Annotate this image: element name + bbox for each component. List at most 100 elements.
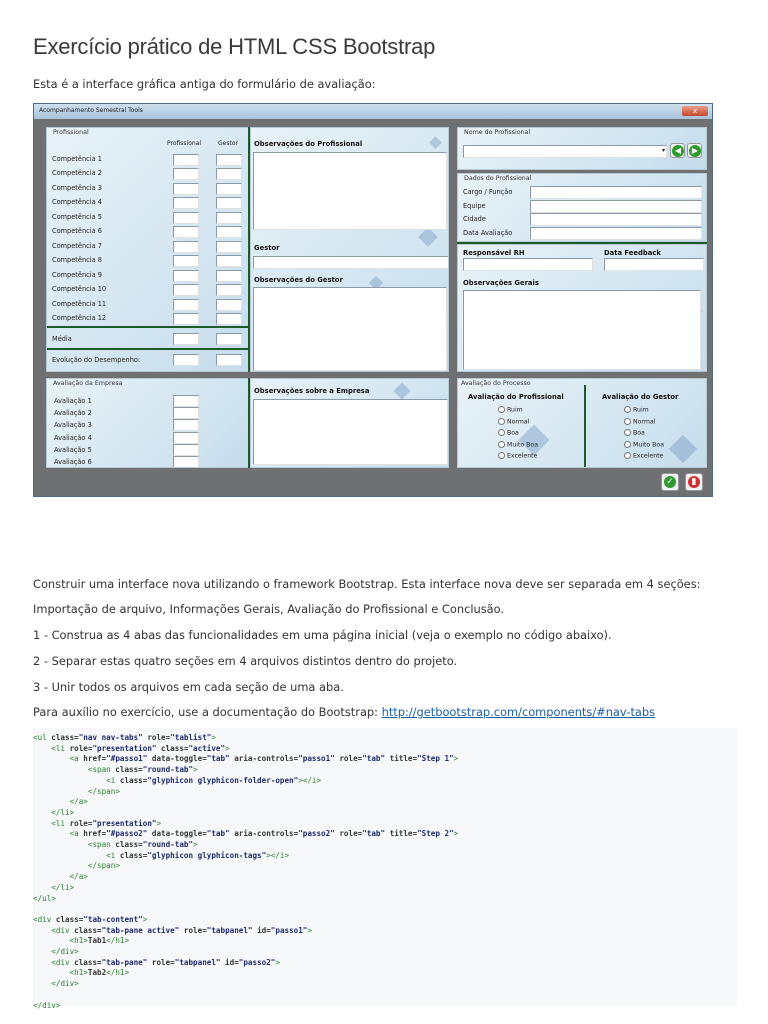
code-line: <h1>Tab1</h1> xyxy=(69,936,130,946)
media-profissional-input[interactable] xyxy=(173,333,199,345)
page-title: Exercício prático de HTML CSS Bootstrap xyxy=(33,34,436,59)
avaliacao-label: Avaliação 1 xyxy=(54,397,92,405)
help-paragraph: Para auxílio no exercício, use a documen… xyxy=(33,705,655,719)
radio-label: Ruim xyxy=(507,406,523,414)
competencia-gestor-input[interactable] xyxy=(216,154,242,166)
radio-circle-icon xyxy=(624,452,631,459)
competencia-label: Competência 10 xyxy=(52,285,107,294)
evolucao-profissional-input[interactable] xyxy=(173,354,199,366)
decoration xyxy=(418,227,438,247)
radio-circle-icon xyxy=(624,406,631,413)
responsavel-rh-input[interactable] xyxy=(463,258,593,271)
check-icon: ✓ xyxy=(664,476,676,488)
avaliacao-input[interactable] xyxy=(173,443,199,456)
avaliacao-input[interactable] xyxy=(173,395,199,407)
dados-field-label: Cargo / Função xyxy=(463,188,513,196)
competencia-gestor-input[interactable] xyxy=(216,240,242,253)
next-button[interactable]: ▶ xyxy=(687,143,702,158)
competencia-gestor-input[interactable] xyxy=(216,284,242,297)
competencia-profissional-input[interactable] xyxy=(173,211,199,224)
code-line: <span class="round-tab"> xyxy=(87,765,198,775)
dados-field-input[interactable] xyxy=(530,213,702,226)
radio-profissional-option[interactable]: Normal xyxy=(498,417,530,425)
avaliacao-label: Avaliação 2 xyxy=(54,409,92,418)
obs-gerais-label: Observações Gerais xyxy=(463,279,539,287)
help-text: Para auxílio no exercício, use a documen… xyxy=(33,705,382,719)
obs-empresa-textarea[interactable] xyxy=(253,399,448,465)
delete-button[interactable]: ▮ xyxy=(685,473,703,491)
competencia-gestor-input[interactable] xyxy=(216,298,242,311)
close-button[interactable]: x xyxy=(682,106,708,116)
competencia-profissional-input[interactable] xyxy=(173,298,199,311)
radio-gestor-option[interactable]: Ruim xyxy=(624,406,649,414)
competencia-label: Competência 3 xyxy=(52,183,102,192)
obs-profissional-textarea[interactable] xyxy=(253,152,447,230)
arrow-right-icon: ▶ xyxy=(689,145,701,157)
competencia-profissional-input[interactable] xyxy=(173,168,199,181)
radio-circle-icon xyxy=(498,417,505,425)
avaliacao-input[interactable] xyxy=(173,431,199,444)
competencia-profissional-input[interactable] xyxy=(173,255,199,268)
competencia-label: Competência 8 xyxy=(52,256,102,265)
competencia-profissional-input[interactable] xyxy=(173,197,199,210)
evolucao-label: Evolução do Desempenho: xyxy=(52,356,141,364)
evolucao-gestor-input[interactable] xyxy=(216,354,242,366)
code-line: </div> xyxy=(51,947,79,956)
bootstrap-docs-link[interactable]: http://getbootstrap.com/components/#nav-… xyxy=(382,705,655,719)
dados-field-input[interactable] xyxy=(530,186,702,199)
data-feedback-input[interactable] xyxy=(604,258,704,271)
competencia-gestor-input[interactable] xyxy=(216,255,242,268)
competencia-profissional-input[interactable] xyxy=(173,240,199,253)
avaliacao-label: Avaliação 3 xyxy=(54,421,92,430)
radio-circle-icon xyxy=(624,429,631,436)
code-block: <ul class="nav nav-tabs" role="tablist">… xyxy=(33,728,737,1010)
avaliacao-input[interactable] xyxy=(173,456,199,467)
confirm-button[interactable]: ✓ xyxy=(661,473,679,491)
dados-field-input[interactable] xyxy=(530,226,702,240)
dados-group-label: Dados do Profissional xyxy=(464,175,532,182)
competencia-gestor-input[interactable] xyxy=(216,269,242,282)
dados-field-input[interactable] xyxy=(530,199,702,213)
competencia-gestor-input[interactable] xyxy=(216,197,242,210)
gestor-input[interactable] xyxy=(253,256,448,269)
competencia-profissional-input[interactable] xyxy=(173,226,199,239)
empresa-panel: Avaliação da Empresa Avaliação 1 Avaliaçã… xyxy=(46,378,249,468)
code-line: <div class="tab-pane" role="tabpanel" id… xyxy=(51,957,280,967)
radio-gestor-option[interactable]: Muito Boa xyxy=(624,440,664,448)
competencia-profissional-input[interactable] xyxy=(173,182,199,195)
obs-gerais-textarea[interactable] xyxy=(463,290,701,370)
code-line: </a> xyxy=(69,872,88,882)
empresa-group-label: Avaliação da Empresa xyxy=(53,380,123,387)
avaliacao-input[interactable] xyxy=(173,419,199,432)
radio-profissional-option[interactable]: Excelente xyxy=(498,452,537,460)
competencia-gestor-input[interactable] xyxy=(216,182,242,195)
radio-profissional-option[interactable]: Boa xyxy=(498,429,519,437)
previous-button[interactable]: ◀ xyxy=(670,143,685,158)
competencia-gestor-input[interactable] xyxy=(216,226,242,239)
competencia-gestor-input[interactable] xyxy=(216,211,242,224)
competencia-gestor-input[interactable] xyxy=(216,312,242,325)
competencia-gestor-input[interactable] xyxy=(216,168,242,181)
instruction-paragraph: 3 - Unir todos os arquivos em cada seção… xyxy=(33,680,344,694)
competencia-profissional-input[interactable] xyxy=(173,154,199,166)
radio-gestor-option[interactable]: Excelente xyxy=(624,452,663,460)
competencia-profissional-input[interactable] xyxy=(173,284,199,297)
competencia-profissional-input[interactable] xyxy=(173,269,199,282)
radio-gestor-option[interactable]: Boa xyxy=(624,429,645,437)
radio-label: Normal xyxy=(507,418,530,425)
instruction-paragraph: Construir uma interface nova utilizando … xyxy=(33,577,701,591)
code-line: </div> xyxy=(51,979,79,989)
radio-gestor-option[interactable]: Normal xyxy=(624,417,655,425)
trash-icon: ▮ xyxy=(688,476,700,488)
code-line: </a> xyxy=(69,797,88,807)
divider xyxy=(584,385,586,467)
radio-profissional-option[interactable]: Muito Boa xyxy=(498,440,538,448)
obs-gestor-textarea[interactable] xyxy=(253,287,447,371)
nome-profissional-select[interactable]: ▾ xyxy=(463,145,667,158)
code-line: <i class="glyphicon glyphicon-folder-ope… xyxy=(106,775,322,785)
radio-profissional-option[interactable]: Ruim xyxy=(498,406,523,414)
avaliacao-input[interactable] xyxy=(173,407,199,420)
media-gestor-input[interactable] xyxy=(216,333,242,345)
processo-panel: Avaliação do Processo Avaliação do Profi… xyxy=(457,378,707,468)
competencia-profissional-input[interactable] xyxy=(173,312,199,325)
